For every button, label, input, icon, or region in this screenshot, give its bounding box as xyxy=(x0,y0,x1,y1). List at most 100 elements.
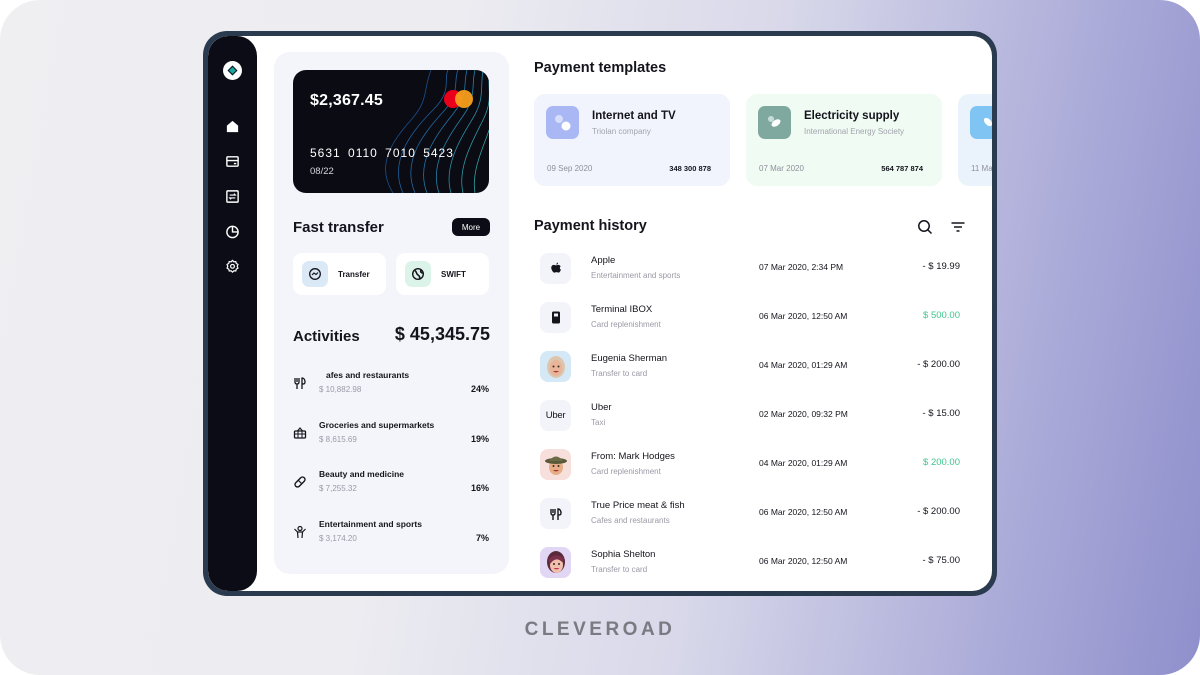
swift-label: SWIFT xyxy=(441,269,466,279)
template-company: International Energy Society xyxy=(804,127,905,136)
payment-name: Sophia Shelton xyxy=(591,549,656,560)
template-name: Internet and TV xyxy=(592,110,676,122)
gear-icon[interactable] xyxy=(224,258,241,275)
template-card[interactable]: Internet and TV Triolan company 09 Sep 2… xyxy=(534,94,730,186)
transfer-icon[interactable] xyxy=(224,188,241,205)
sidebar xyxy=(208,36,257,591)
payment-amount: - $ 19.99 xyxy=(922,261,961,272)
internet-tv-icon xyxy=(546,106,579,139)
payment-amount: - $ 200.00 xyxy=(917,359,960,370)
payment-amount: - $ 15.00 xyxy=(922,408,961,419)
activity-percent: 16% xyxy=(470,483,489,493)
template-icon xyxy=(970,106,992,139)
payment-name: Apple xyxy=(591,255,616,266)
activity-amount: $ 7,255.32 xyxy=(319,484,357,493)
basket-icon xyxy=(293,427,307,439)
payment-row[interactable]: Uber Uber Taxi 02 Mar 2020, 09:32 PM - $… xyxy=(540,400,960,434)
payment-name: True Price meat & fish xyxy=(591,500,685,511)
pill-icon xyxy=(294,476,306,488)
payment-category: Card replenishment xyxy=(591,320,661,329)
payment-row[interactable]: From: Mark Hodges Card replenishment 04 … xyxy=(540,449,960,483)
activity-percent: 7% xyxy=(475,533,489,543)
payment-row[interactable]: Eugenia Sherman Transfer to card 04 Mar … xyxy=(540,351,960,385)
payment-row[interactable]: Terminal IBOX Card replenishment 06 Mar … xyxy=(540,302,960,336)
globe-icon xyxy=(405,261,431,287)
template-card[interactable]: 11 Mar xyxy=(958,94,992,186)
pie-chart-icon[interactable] xyxy=(224,223,241,240)
payment-datetime: 06 Mar 2020, 12:50 AM xyxy=(759,311,848,321)
home-icon[interactable] xyxy=(224,118,241,135)
activity-name: Groceries and supermarkets xyxy=(319,420,435,430)
payment-history-title: Payment history xyxy=(534,218,647,234)
payment-datetime: 02 Mar 2020, 09:32 PM xyxy=(759,409,848,419)
payment-category: Entertainment and sports xyxy=(591,271,681,280)
swift-button[interactable]: SWIFT xyxy=(396,253,489,295)
device-frame: $2,367.45 5631 0110 7010 5423 08/22 Fast… xyxy=(203,31,997,596)
transfer-label: Transfer xyxy=(338,269,370,279)
payment-amount: - $ 200.00 xyxy=(917,506,960,517)
more-button[interactable]: More xyxy=(452,218,490,236)
payment-amount: $ 200.00 xyxy=(923,457,960,468)
payment-amount: $ 500.00 xyxy=(923,310,960,321)
person-cheer-icon xyxy=(294,525,306,539)
activities-title: Activities xyxy=(293,328,360,345)
template-number: 348 300 878 xyxy=(669,164,711,173)
payment-name: From: Mark Hodges xyxy=(591,451,675,462)
transfer-icon xyxy=(302,261,328,287)
activity-amount: $ 3,174.20 xyxy=(319,534,357,543)
payment-category: Taxi xyxy=(591,418,606,427)
card-number: 5631 0110 7010 5423 xyxy=(310,146,454,160)
avatar-sophia xyxy=(540,547,571,578)
payment-category: Card replenishment xyxy=(591,467,661,476)
payment-amount: - $ 75.00 xyxy=(922,555,961,566)
activity-name: Beauty and medicine xyxy=(319,469,405,479)
payment-datetime: 06 Mar 2020, 12:50 AM xyxy=(759,507,848,517)
payment-row[interactable]: True Price meat & fish Cafes and restaur… xyxy=(540,498,960,532)
template-date: 09 Sep 2020 xyxy=(547,164,593,173)
card-icon[interactable] xyxy=(224,153,241,170)
activity-name: afes and restaurants xyxy=(326,370,410,380)
avatar-eugenia xyxy=(540,351,571,382)
payment-name: Terminal IBOX xyxy=(591,304,653,315)
electricity-icon xyxy=(758,106,791,139)
payment-templates-title: Payment templates xyxy=(534,60,667,76)
bank-card[interactable]: $2,367.45 5631 0110 7010 5423 08/22 xyxy=(293,70,489,193)
template-number: 564 787 874 xyxy=(881,164,923,173)
payment-name: Eugenia Sherman xyxy=(591,353,668,364)
activity-item[interactable]: Entertainment and sports $ 3,174.20 7% xyxy=(293,519,489,551)
background: $2,367.45 5631 0110 7010 5423 08/22 Fast… xyxy=(0,0,1200,675)
payment-row[interactable]: Apple Entertainment and sports 07 Mar 20… xyxy=(540,253,960,287)
activities-total: $ 45,345.75 xyxy=(394,324,490,344)
brand-wordmark: CLEVEROAD xyxy=(524,619,676,640)
transfer-button[interactable]: Transfer xyxy=(293,253,386,295)
card-expiry: 08/22 xyxy=(310,166,334,177)
uber-logo: Uber xyxy=(540,400,571,431)
payment-row[interactable]: Sophia Shelton Transfer to card 06 Mar 2… xyxy=(540,547,960,581)
fast-transfer-title: Fast transfer xyxy=(293,219,384,236)
card-balance: $2,367.45 xyxy=(310,92,383,109)
activity-item[interactable]: afes and restaurants $ 10,882.98 24% xyxy=(293,370,489,402)
left-panel: $2,367.45 5631 0110 7010 5423 08/22 Fast… xyxy=(274,52,509,574)
template-card[interactable]: Electricity supply International Energy … xyxy=(746,94,942,186)
activity-amount: $ 10,882.98 xyxy=(319,385,362,394)
filter-icon[interactable] xyxy=(950,220,966,234)
activity-percent: 24% xyxy=(470,384,489,394)
search-icon[interactable] xyxy=(917,219,933,235)
mastercard-icon xyxy=(444,90,474,108)
template-date: 07 Mar 2020 xyxy=(759,164,804,173)
payment-name: Uber xyxy=(591,402,612,413)
fork-knife-icon xyxy=(294,377,306,389)
payment-datetime: 04 Mar 2020, 01:29 AM xyxy=(759,458,848,468)
avatar-mark xyxy=(540,449,571,480)
payment-datetime: 06 Mar 2020, 12:50 AM xyxy=(759,556,848,566)
template-date: 11 Mar xyxy=(971,164,992,173)
activity-item[interactable]: Beauty and medicine $ 7,255.32 16% xyxy=(293,469,489,501)
activity-item[interactable]: Groceries and supermarkets $ 8,615.69 19… xyxy=(293,420,489,452)
activity-name: Entertainment and sports xyxy=(319,519,422,529)
terminal-icon xyxy=(540,302,571,333)
payment-datetime: 04 Mar 2020, 01:29 AM xyxy=(759,360,848,370)
app-logo[interactable] xyxy=(223,61,242,80)
template-name: Electricity supply xyxy=(804,110,900,122)
payment-category: Transfer to card xyxy=(591,369,648,378)
fork-knife-icon xyxy=(540,498,571,529)
